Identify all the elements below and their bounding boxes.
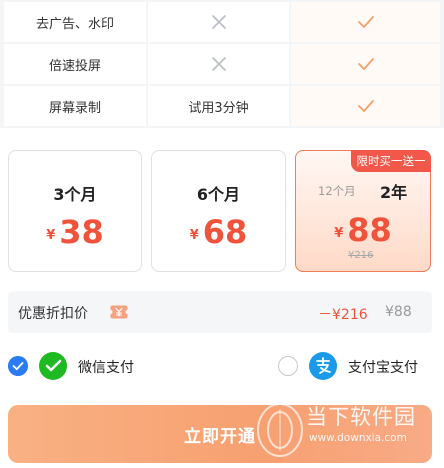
discount-bar: 优惠折扣价 －¥216 ¥88 [8,291,432,333]
vip-cell [291,2,440,42]
cross-icon [211,15,226,29]
price-value: 88 [347,211,392,249]
downxia-logo-icon [257,403,303,457]
table-row: 屏幕录制 试用3分钟 [0,86,444,126]
currency-symbol: ¥ [46,228,56,243]
plan-card-6-months[interactable]: 6个月 ¥68 [151,150,286,272]
price-value: 38 [59,213,104,251]
plan-price: ¥88 [296,211,430,249]
trial-cell [148,2,289,42]
table-row: 去广告、水印 [0,2,444,42]
payment-option-wechat[interactable]: 微信支付 [8,352,168,380]
radio-checked-icon[interactable] [8,356,28,376]
coupon-icon [110,305,128,319]
trial-cell: 试用3分钟 [148,86,289,126]
vip-cell [291,44,440,84]
check-icon [357,58,374,70]
discount-label: 优惠折扣价 [18,306,88,322]
wechat-pay-icon [39,352,67,380]
promo-badge: 限时买一送一 [351,150,431,172]
plan-term-label: 12个月 [318,184,356,198]
feature-name: 去广告、水印 [4,2,146,42]
radio-unchecked-icon[interactable] [278,356,298,376]
payment-label: 微信支付 [78,360,134,376]
alipay-icon [309,352,337,380]
check-icon [357,100,374,112]
plan-price: ¥38 [9,213,141,251]
cross-icon [211,57,226,71]
plan-price: ¥68 [152,213,285,251]
payment-option-alipay[interactable]: 支付宝支付 [278,352,438,380]
feature-name: 倍速投屏 [4,44,146,84]
plan-card-3-months[interactable]: 3个月 ¥38 [8,150,142,272]
plan-title: 3个月 [53,185,97,204]
final-price: ¥88 [385,304,412,320]
plan-title: 2年 [380,183,408,202]
price-value: 68 [202,213,248,251]
currency-symbol: ¥ [334,226,344,241]
table-row: 倍速投屏 [0,44,444,84]
vip-cell [291,86,440,126]
check-icon [357,16,374,28]
plan-card-2-years[interactable]: 限时买一送一 12个月 2年 ¥88 ¥216 [295,150,431,272]
watermark-url: www.downxia.com [309,432,407,444]
watermark-name: 当下软件园 [306,405,416,429]
payment-label: 支付宝支付 [348,360,418,376]
trial-cell [148,44,289,84]
original-price: ¥216 [348,250,374,261]
currency-symbol: ¥ [189,228,199,243]
feature-comparison-table: 去广告、水印 倍速投屏 屏幕录制 试用3分钟 [0,0,444,128]
feature-name: 屏幕录制 [4,86,146,126]
discount-amount: －¥216 [318,307,368,323]
plan-title: 6个月 [196,185,241,204]
